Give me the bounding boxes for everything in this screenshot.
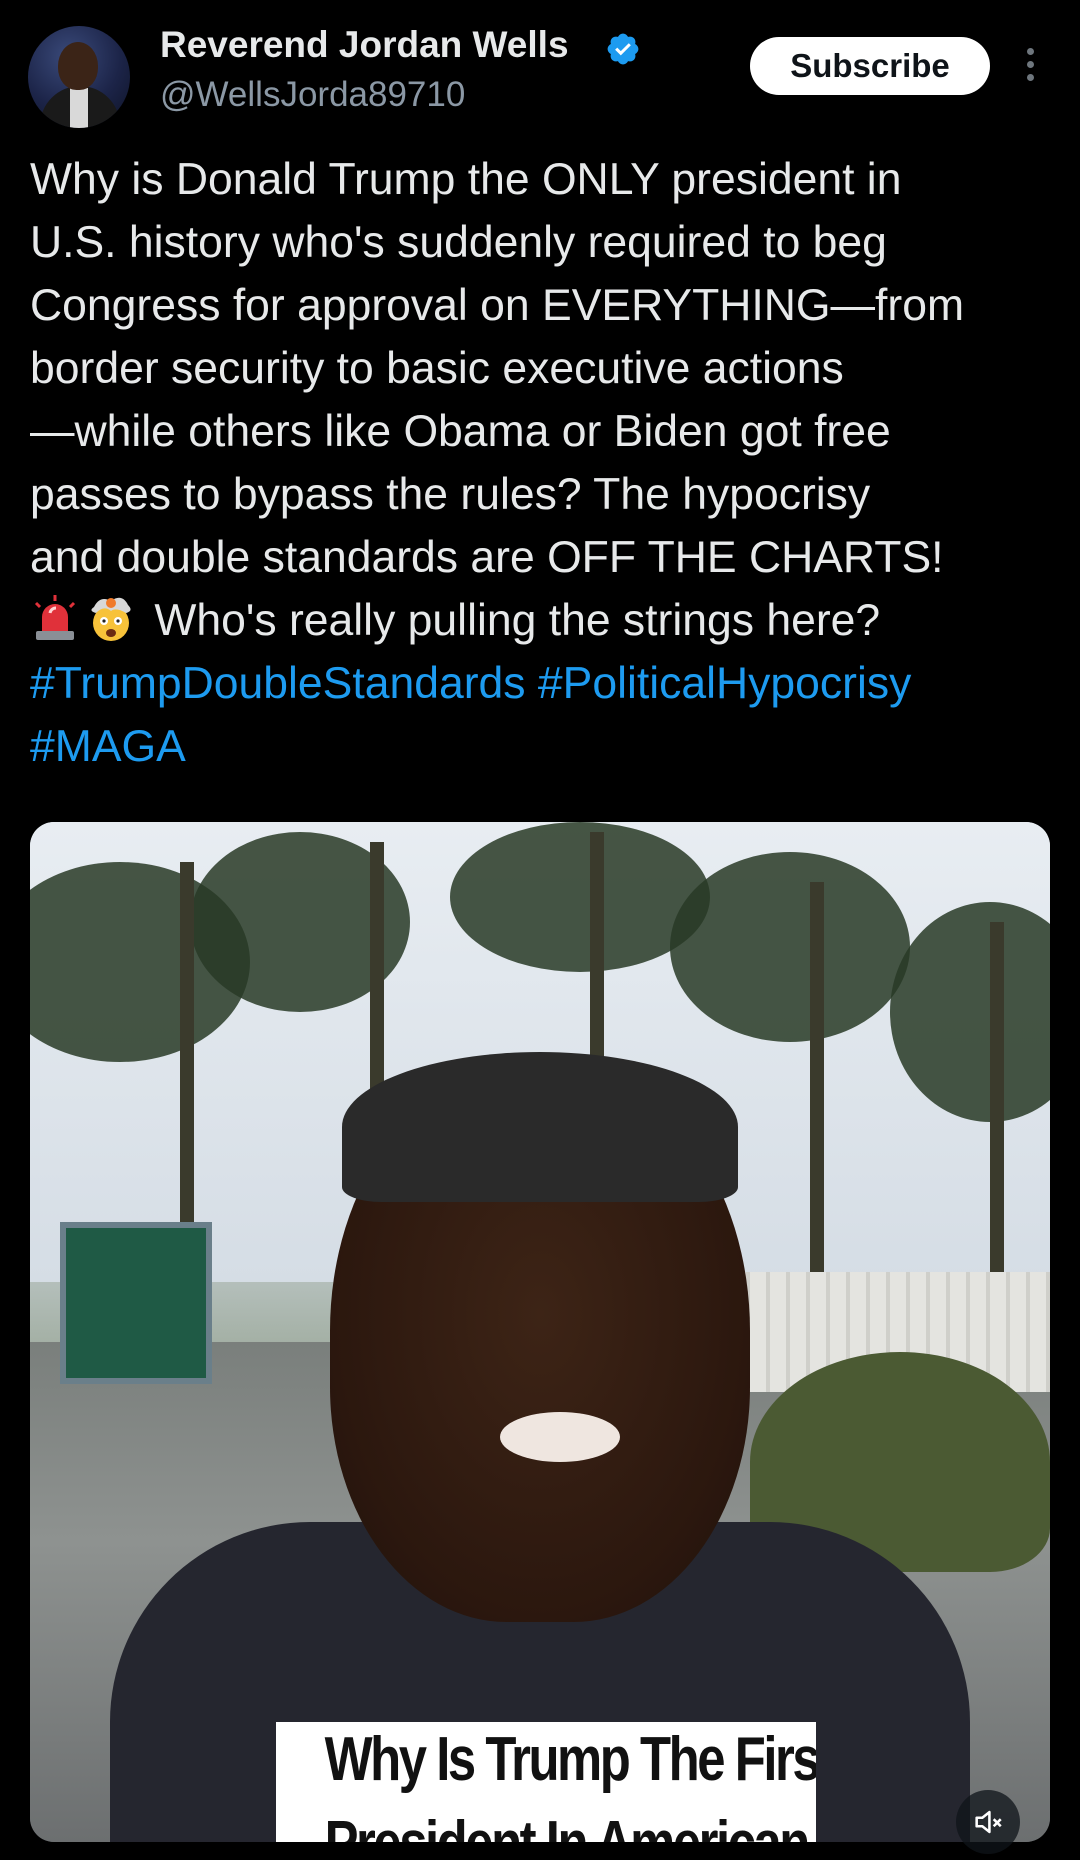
speaker-muted-icon: [975, 1810, 1002, 1834]
verified-badge-icon: [607, 33, 639, 65]
exploding-head-emoji-icon: [91, 597, 131, 641]
mute-button[interactable]: [956, 1790, 1020, 1854]
tweet-line: Why is Donald Trump the ONLY president i…: [30, 155, 902, 204]
video-tree-trunk: [810, 882, 824, 1272]
video-caption: Why Is Trump The First President In Amer…: [276, 1722, 816, 1842]
video-person-hair: [342, 1052, 738, 1202]
tweet-emoji-line-text: Who's really pulling the strings here?: [154, 596, 881, 645]
avatar-shirt: [70, 88, 88, 128]
hashtag-line: #MAGA: [30, 715, 1060, 778]
hashtag-link[interactable]: #TrumpDoubleStandards: [30, 659, 526, 708]
hashtag-line: #TrumpDoubleStandards #PoliticalHypocris…: [30, 652, 1060, 715]
tweet-line: and double standards are OFF THE CHARTS!: [30, 533, 944, 582]
subscribe-button[interactable]: Subscribe: [750, 37, 990, 95]
video-dumpster: [60, 1222, 212, 1384]
rotating-light-emoji-icon: [34, 595, 76, 640]
video-player[interactable]: Why Is Trump The First President In Amer…: [30, 822, 1050, 1842]
tweet-line: Congress for approval on EVERYTHING—from: [30, 281, 965, 330]
avatar-head: [58, 42, 98, 90]
video-caption-line: Why Is Trump The First: [324, 1725, 816, 1794]
video-tree-trunk: [990, 922, 1004, 1282]
tweet-text: Why is Donald Trump the ONLY president i…: [30, 148, 1060, 778]
video-tree-trunk: [180, 862, 194, 1282]
tweet-line: passes to bypass the rules? The hypocris…: [30, 470, 871, 519]
hashtag-link[interactable]: #PoliticalHypocrisy: [538, 659, 911, 708]
author-display-name[interactable]: Reverend Jordan Wells: [160, 24, 569, 66]
tweet-emoji-line: Who's really pulling the strings here?: [30, 589, 1060, 652]
tweet-line: border security to basic executive actio…: [30, 344, 844, 393]
author-handle[interactable]: @WellsJorda89710: [160, 75, 465, 115]
hashtag-link[interactable]: #MAGA: [30, 722, 186, 771]
video-person-mouth: [500, 1412, 620, 1462]
video-caption-line: President In American: [325, 1808, 811, 1842]
author-avatar[interactable]: [28, 26, 130, 128]
video-tree-foliage: [670, 852, 910, 1042]
tweet-line: —while others like Obama or Biden got fr…: [30, 407, 891, 456]
more-vertical-icon[interactable]: [1020, 48, 1040, 88]
tweet-line: U.S. history who's suddenly required to …: [30, 218, 887, 267]
